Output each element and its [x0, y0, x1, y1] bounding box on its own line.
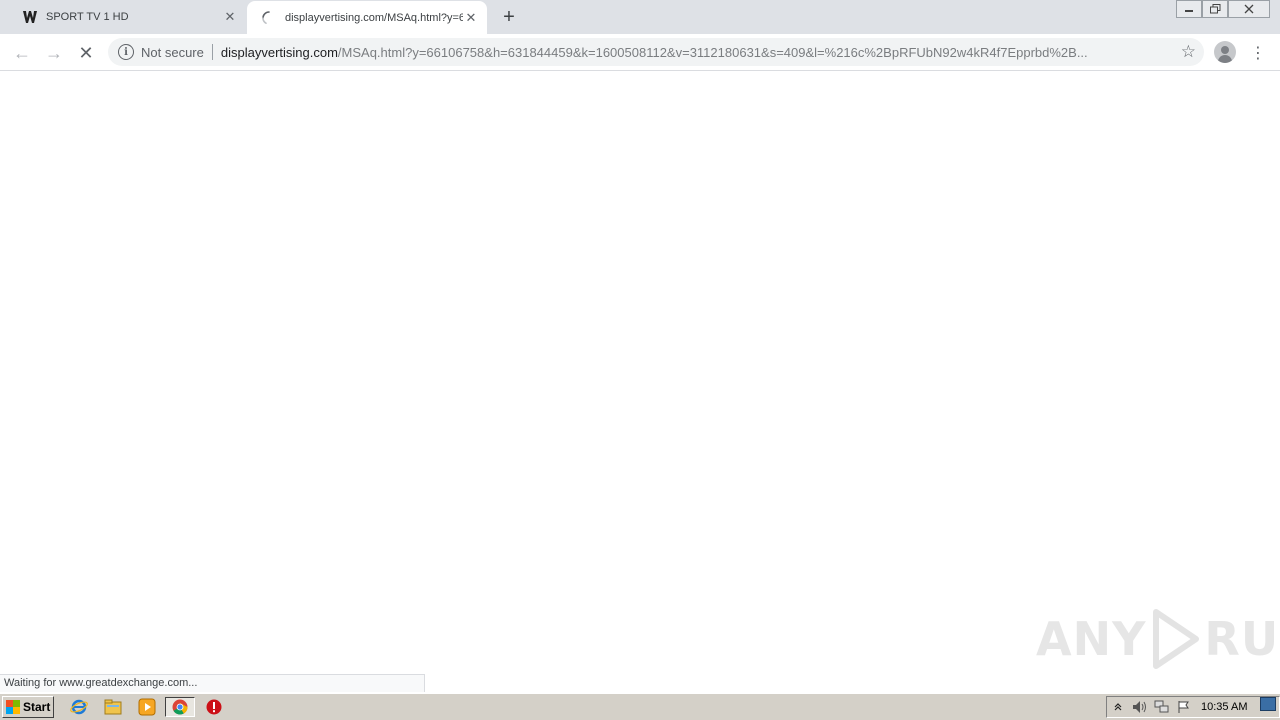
tray-expand-icon[interactable] — [1107, 698, 1129, 716]
sport-logo-icon — [22, 9, 38, 25]
show-desktop-icon[interactable] — [1260, 697, 1276, 711]
bookmark-star-icon[interactable]: ☆ — [1181, 42, 1196, 62]
window-controls — [1176, 0, 1270, 18]
security-label[interactable]: Not secure — [141, 45, 204, 60]
profile-avatar-icon[interactable] — [1214, 41, 1236, 63]
taskbar-clock[interactable]: 10:35 AM — [1201, 701, 1247, 713]
action-center-flag-icon[interactable] — [1173, 698, 1195, 716]
watermark-left: ANY — [1036, 612, 1147, 666]
watermark-play-icon — [1153, 609, 1200, 669]
back-button[interactable]: ← — [8, 39, 36, 67]
browser-toolbar: ← → ✕ i Not secure displayvertising.com/… — [0, 34, 1280, 71]
restore-icon[interactable] — [1202, 0, 1228, 18]
url-path: /MSAq.html?y=66106758&h=631844459&k=1600… — [337, 44, 1088, 60]
tab-title: SPORT TV 1 HD — [46, 11, 129, 23]
media-player-icon[interactable] — [136, 697, 158, 717]
loading-spinner-icon — [261, 10, 277, 26]
minimize-icon[interactable] — [1176, 0, 1202, 18]
stop-icon: ✕ — [78, 42, 94, 63]
network-icon[interactable] — [1151, 698, 1173, 716]
kebab-menu-icon[interactable]: ⋮ — [1248, 39, 1268, 67]
page-content — [0, 72, 1280, 692]
start-button[interactable]: Start — [2, 696, 54, 718]
windows-logo-icon — [6, 700, 20, 714]
window-close-icon[interactable] — [1228, 0, 1270, 18]
tab-strip: SPORT TV 1 HD ✕ displayvertising.com/MSA… — [0, 0, 1280, 35]
status-bubble: Waiting for www.greatdexchange.com... — [0, 674, 425, 692]
stop-button[interactable]: ✕ — [72, 39, 100, 67]
opera-stop-icon[interactable] — [203, 697, 225, 717]
watermark-right: RUN — [1204, 612, 1280, 666]
chrome-icon[interactable] — [165, 697, 195, 717]
address-bar[interactable]: i Not secure displayvertising.com/MSAq.h… — [108, 38, 1204, 66]
tab-sport-tv[interactable]: SPORT TV 1 HD ✕ — [8, 0, 246, 34]
tab-close-icon[interactable]: ✕ — [463, 10, 479, 26]
tab-title: displayvertising.com/MSAq.html?y=6610675… — [285, 12, 463, 24]
internet-explorer-icon[interactable] — [68, 697, 90, 717]
system-tray: 10:35 AM — [1106, 696, 1280, 718]
back-arrow-icon: ← — [13, 42, 31, 63]
taskbar: Start 10:35 AM — [0, 693, 1280, 720]
file-explorer-icon[interactable] — [102, 697, 124, 717]
info-icon[interactable]: i — [118, 44, 134, 60]
tab-displayvertising[interactable]: displayvertising.com/MSAq.html?y=6610675… — [247, 1, 487, 35]
tab-close-icon[interactable]: ✕ — [222, 9, 238, 25]
forward-arrow-icon: → — [45, 42, 63, 63]
forward-button[interactable]: → — [40, 39, 68, 67]
omnibox-divider — [211, 44, 213, 60]
start-label: Start — [23, 700, 51, 714]
anyrun-watermark: ANY RUN — [1036, 608, 1280, 670]
new-tab-button[interactable]: + — [497, 5, 521, 29]
url-text[interactable]: displayvertising.com/MSAq.html?y=6610675… — [221, 45, 1161, 60]
volume-icon[interactable] — [1129, 698, 1151, 716]
url-host: displayvertising.com — [220, 44, 338, 60]
